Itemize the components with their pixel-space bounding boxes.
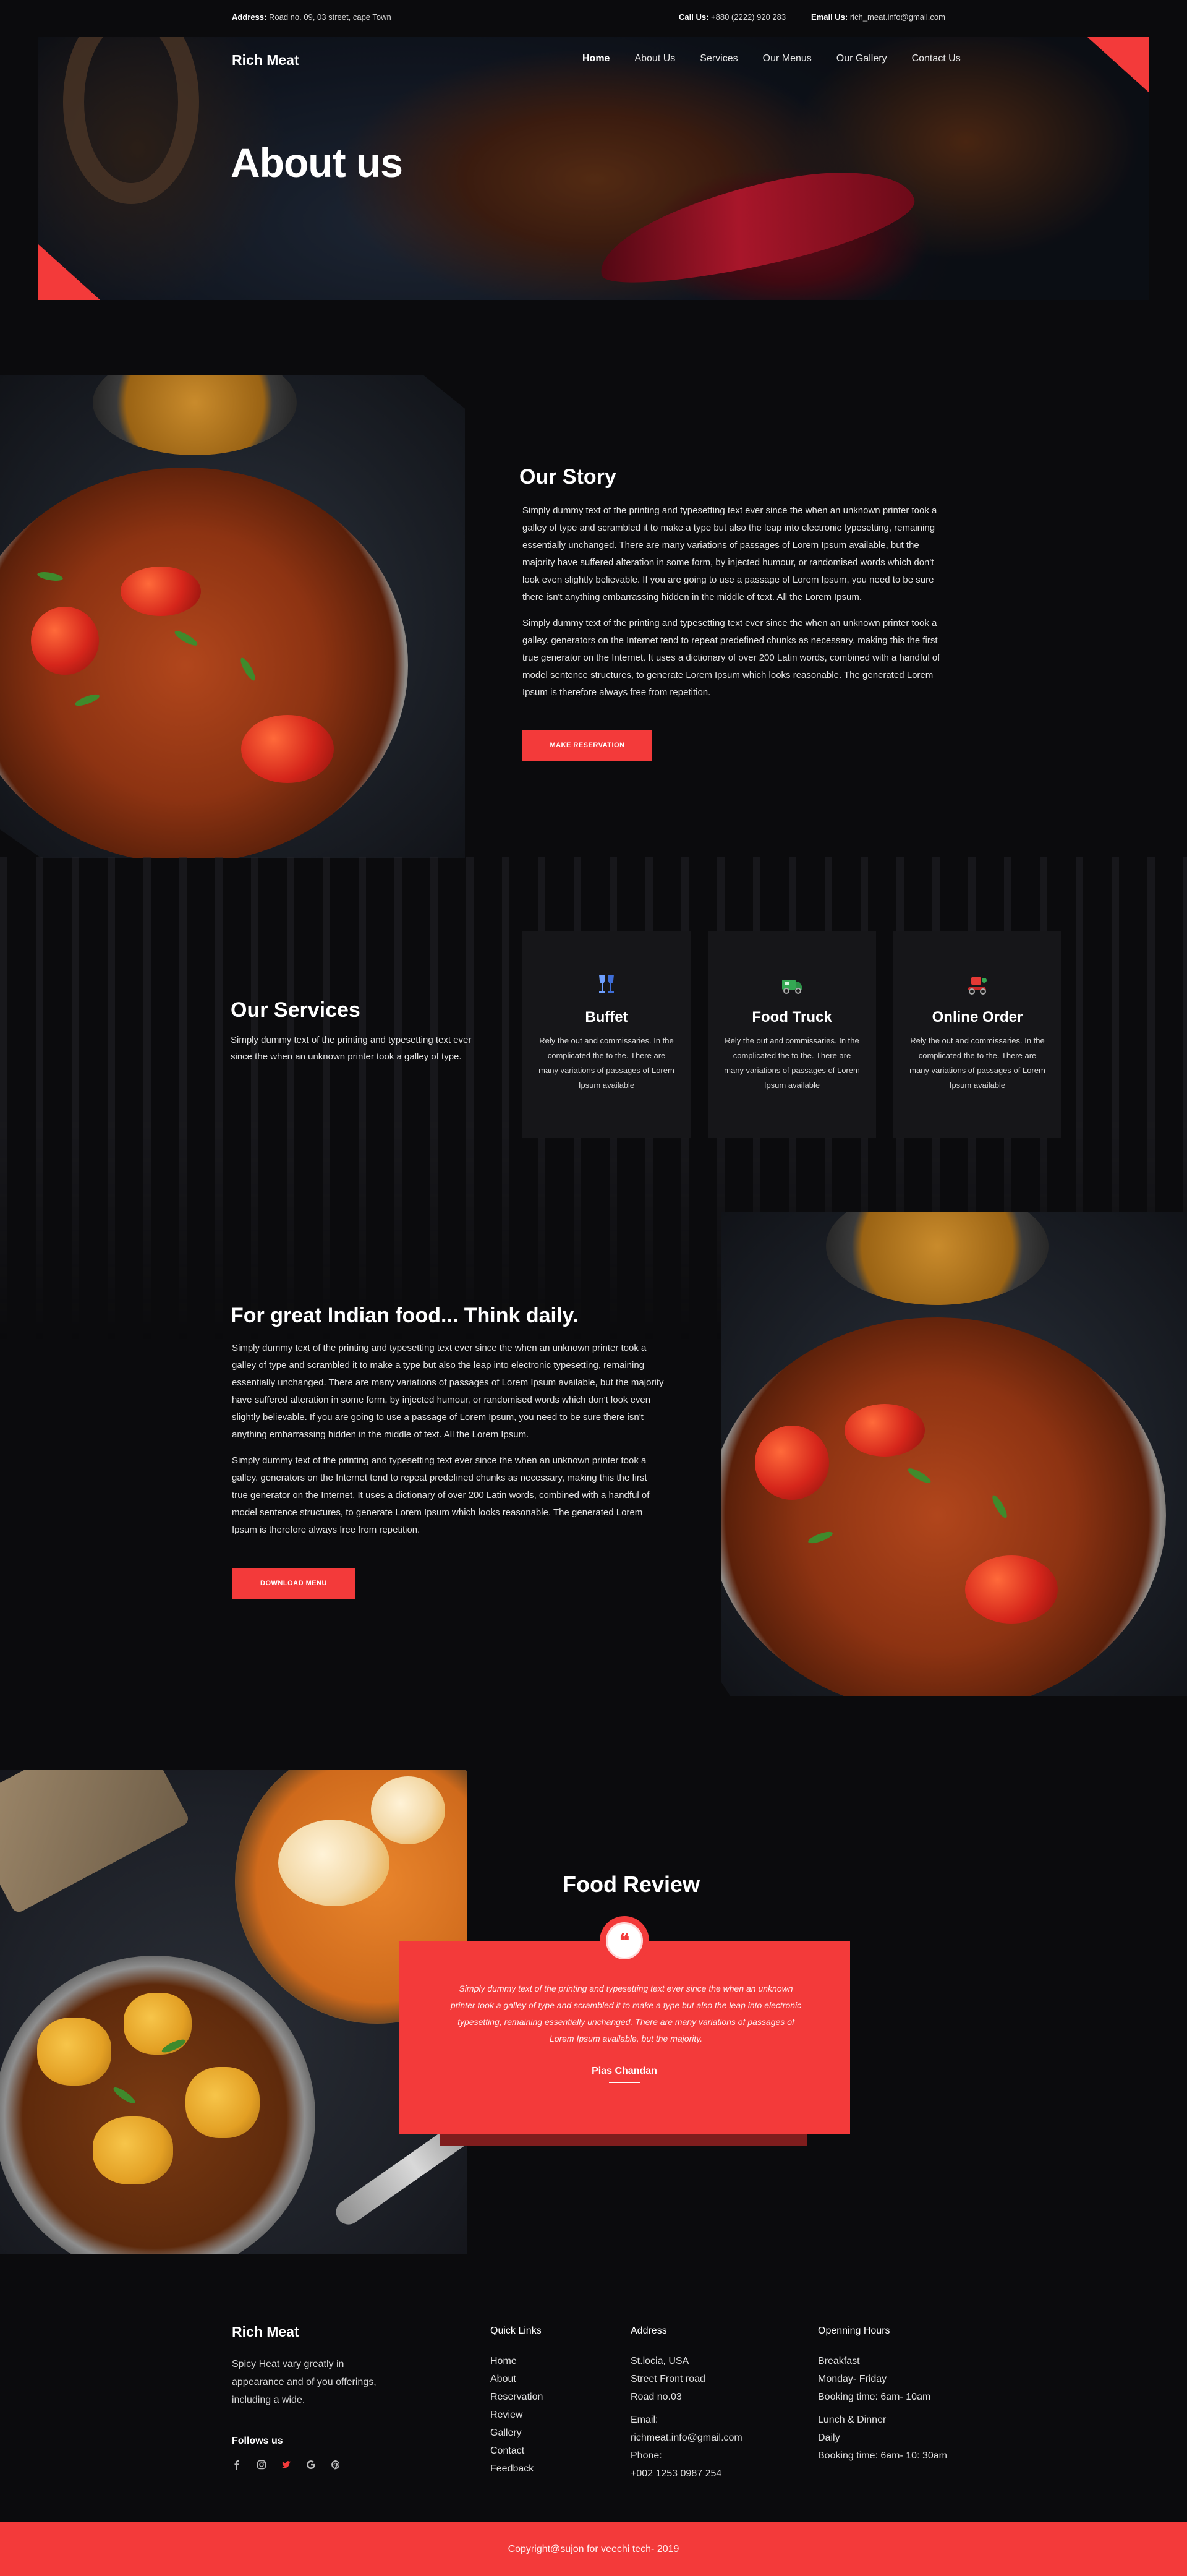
service-card-title: Online Order [932,1009,1023,1025]
main-nav: Home About Us Services Our Menus Our Gal… [582,53,961,64]
service-card-title: Buffet [585,1009,628,1025]
services-subtitle: Simply dummy text of the printing and ty… [231,1035,472,1062]
download-menu-button[interactable]: DOWNLOAD MENU [232,1568,355,1599]
address-line: Road no.03 [631,2392,682,2402]
hours-line: Booking time: 6am- 10: 30am [818,2450,947,2461]
email-label: Email: [631,2415,658,2425]
service-card-online-order[interactable]: Online Order Rely the out and commissari… [893,931,1061,1138]
page-title: About us [231,140,403,186]
topbar-email[interactable]: Email Us: rich_meat.info@gmail.com [811,12,945,22]
service-card-food-truck[interactable]: Food Truck Rely the out and commissaries… [708,931,876,1138]
address-line: Street Front road [631,2374,705,2384]
egg-curry-photo [0,1770,467,2254]
footer-link-gallery[interactable]: Gallery [490,2424,543,2442]
service-card-buffet[interactable]: Buffet Rely the out and commissaries. In… [522,931,691,1138]
hours-line: Lunch & Dinner [818,2415,887,2425]
service-card-text: Rely the out and commissaries. In the co… [538,1036,674,1090]
service-card-text: Rely the out and commissaries. In the co… [724,1036,860,1090]
footer-link-about[interactable]: About [490,2370,543,2388]
nav-home[interactable]: Home [582,53,610,64]
pinterest-icon[interactable] [331,2460,341,2470]
google-icon[interactable] [306,2460,316,2470]
spacer [631,2406,779,2411]
footer-email[interactable]: richmeat.info@gmail.com [631,2429,779,2447]
services-title: Our Services [231,998,360,1022]
delivery-scooter-icon [968,977,987,995]
topbar-address: Address: Road no. 09, 03 street, cape To… [232,12,391,22]
address-title: Address [631,2326,667,2336]
hours-line: Daily [818,2433,840,2443]
service-card-text: Rely the out and commissaries. In the co… [909,1036,1045,1090]
nav-gallery[interactable]: Our Gallery [836,53,887,64]
nav-about[interactable]: About Us [634,53,675,64]
brand-logo[interactable]: Rich Meat [232,52,299,69]
hero-corner-accent [1087,37,1149,93]
quick-links-title: Quick Links [490,2326,542,2336]
review-title: Food Review [563,1872,700,1897]
twitter-icon[interactable] [281,2460,291,2470]
footer-link-reservation[interactable]: Reservation [490,2388,543,2406]
facebook-icon[interactable] [232,2460,242,2470]
story-paragraph: Simply dummy text of the printing and ty… [522,505,937,602]
service-card-title: Food Truck [752,1009,832,1025]
story-paragraph: Simply dummy text of the printing and ty… [522,618,940,698]
nav-contact[interactable]: Contact Us [912,53,961,64]
food-truck-icon [782,980,802,994]
make-reservation-button[interactable]: MAKE RESERVATION [522,730,652,761]
story-title: Our Story [519,465,616,489]
nav-services[interactable]: Services [700,53,738,64]
social-links [232,2460,341,2470]
footer-phone[interactable]: +002 1253 0987 254 [631,2465,779,2483]
address-line: St.locia, USA [631,2356,689,2366]
opening-hours-title: Openning Hours [818,2326,890,2336]
footer-link-home[interactable]: Home [490,2352,543,2370]
footer-description: Spicy Heat vary greatly in appearance an… [232,2359,377,2405]
hero-banner [38,37,1149,300]
indian-food-paragraph: Simply dummy text of the printing and ty… [232,1343,664,1440]
reviewer-underline [609,2082,640,2083]
quote-icon: ❝ [606,1922,643,1959]
reviewer-name: Pias Chandan [592,2066,657,2076]
footer-link-contact[interactable]: Contact [490,2442,543,2460]
hero-decor-chili [590,153,921,299]
footer-brand[interactable]: Rich Meat [232,2324,299,2340]
spacer [818,2406,991,2411]
wine-glass-icon [599,975,614,993]
review-text: Simply dummy text of the printing and ty… [450,1983,802,2043]
phone-label: Phone: [631,2450,662,2461]
quick-links-list: Home About Reservation Review Gallery Co… [490,2352,543,2478]
instagram-icon[interactable] [257,2460,266,2470]
hours-line: Booking time: 6am- 10am [818,2392,931,2402]
hero-corner-accent [38,244,100,300]
hero-decor-bowl [63,37,199,204]
address-list: St.locia, USA Street Front road Road no.… [631,2352,779,2483]
footer-link-review[interactable]: Review [490,2406,543,2424]
indian-food-paragraph: Simply dummy text of the printing and ty… [232,1455,650,1535]
top-info-bar: Address: Road no. 09, 03 street, cape To… [0,0,1187,37]
nav-menus[interactable]: Our Menus [763,53,812,64]
hours-line: Monday- Friday [818,2374,887,2384]
opening-hours-list: Breakfast Monday- Friday Booking time: 6… [818,2352,991,2465]
footer-link-feedback[interactable]: Feedback [490,2460,543,2478]
indian-food-title: For great Indian food... Think daily. [231,1304,579,1327]
copyright-bar: Copyright@sujon for veechi tech- 2019 [0,2522,1187,2576]
follow-us-label: Follows us [232,2436,283,2446]
hours-line: Breakfast [818,2356,860,2366]
curry-photo [0,375,465,858]
curry-photo [721,1212,1187,1696]
topbar-phone[interactable]: Call Us: +880 (2222) 920 283 [679,12,786,22]
